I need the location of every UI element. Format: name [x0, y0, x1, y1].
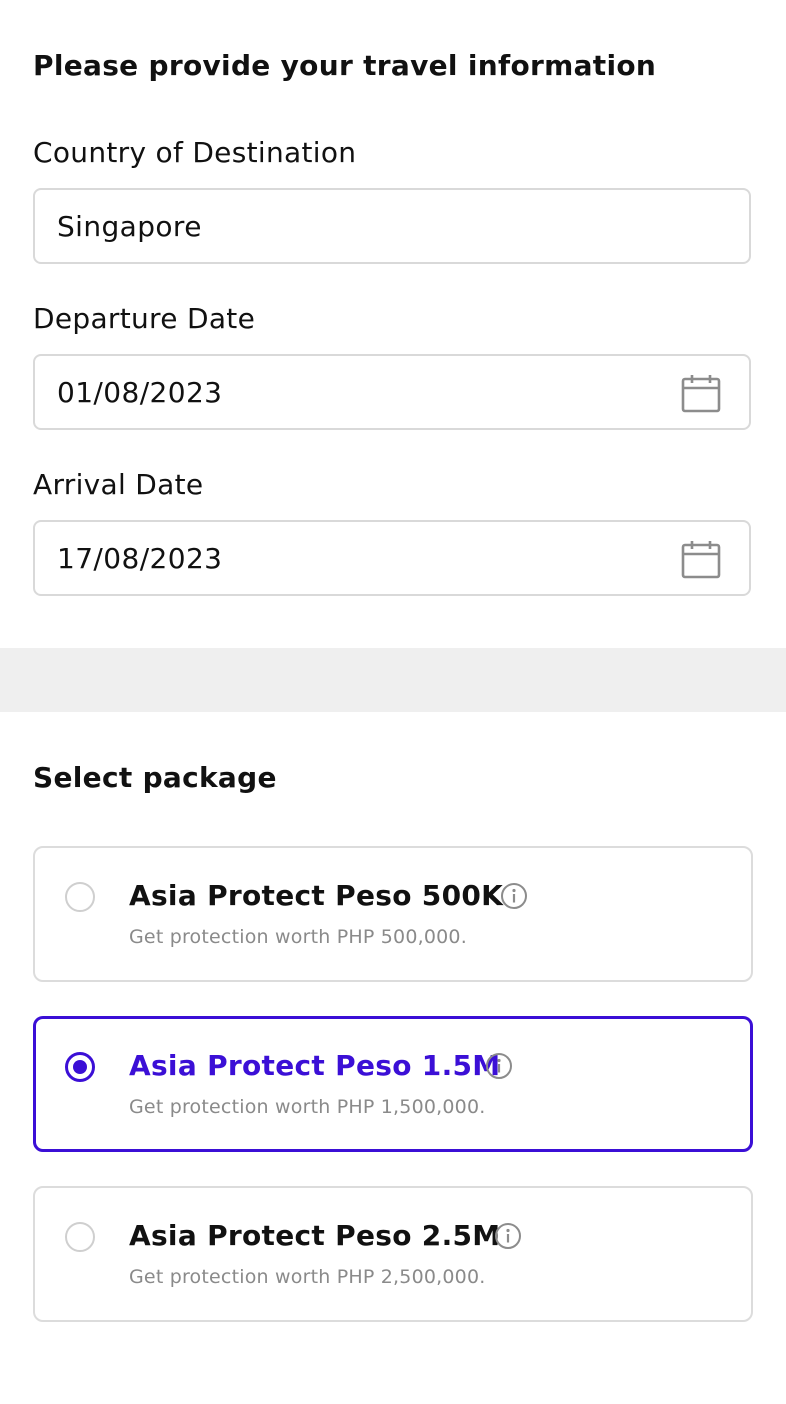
package-radio[interactable]: [65, 1222, 95, 1252]
package-option-1-5m[interactable]: Asia Protect Peso 1.5M Get protection wo…: [33, 1016, 753, 1152]
package-title: Asia Protect Peso 1.5M: [129, 1049, 501, 1082]
package-radio[interactable]: [65, 882, 95, 912]
section-divider: [0, 648, 786, 712]
package-section: Select package Asia Protect Peso 500K Ge…: [0, 712, 786, 1404]
package-subtitle: Get protection worth PHP 500,000.: [129, 926, 467, 948]
package-subtitle: Get protection worth PHP 1,500,000.: [129, 1096, 486, 1118]
departure-date-value: 01/08/2023: [57, 376, 223, 409]
package-option-2-5m[interactable]: Asia Protect Peso 2.5M Get protection wo…: [33, 1186, 753, 1322]
package-radio-selected[interactable]: [65, 1052, 95, 1082]
country-value: Singapore: [57, 210, 202, 243]
arrival-date-field[interactable]: 17/08/2023: [33, 520, 751, 596]
package-subtitle: Get protection worth PHP 2,500,000.: [129, 1266, 486, 1288]
info-icon[interactable]: [485, 1052, 513, 1080]
travel-info-heading: Please provide your travel information: [33, 49, 657, 82]
travel-info-section: Please provide your travel information C…: [0, 0, 786, 648]
calendar-icon[interactable]: [681, 540, 721, 580]
arrival-date-label: Arrival Date: [33, 468, 204, 501]
select-package-heading: Select package: [33, 761, 277, 794]
package-title: Asia Protect Peso 2.5M: [129, 1219, 501, 1252]
departure-date-field[interactable]: 01/08/2023: [33, 354, 751, 430]
package-title: Asia Protect Peso 500K: [129, 879, 504, 912]
info-icon[interactable]: [494, 1222, 522, 1250]
arrival-date-value: 17/08/2023: [57, 542, 223, 575]
departure-date-label: Departure Date: [33, 302, 256, 335]
country-label: Country of Destination: [33, 136, 357, 169]
radio-selected-dot: [73, 1060, 87, 1074]
info-icon[interactable]: [500, 882, 528, 910]
country-field[interactable]: Singapore: [33, 188, 751, 264]
package-option-500k[interactable]: Asia Protect Peso 500K Get protection wo…: [33, 846, 753, 982]
calendar-icon[interactable]: [681, 374, 721, 414]
